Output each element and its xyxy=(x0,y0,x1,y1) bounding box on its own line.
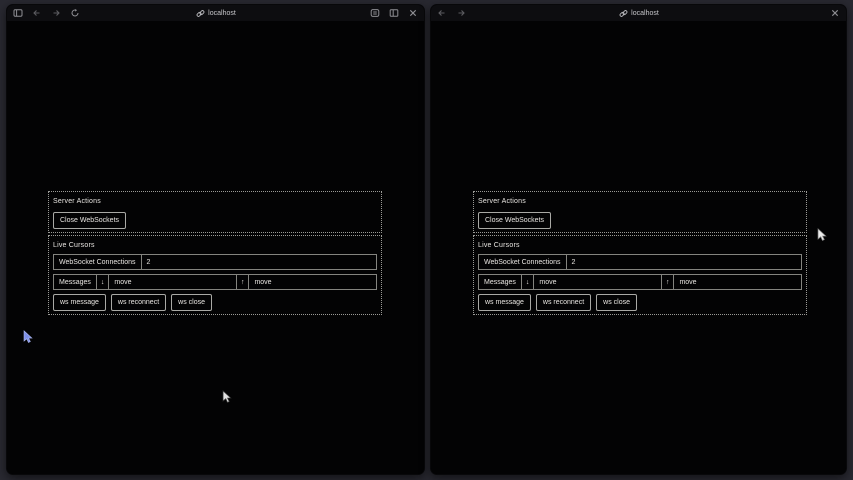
system-pointer xyxy=(222,390,232,404)
panel-area: Server Actions Close WebSockets Live Cur… xyxy=(48,191,382,317)
close-websockets-button[interactable]: Close WebSockets xyxy=(478,212,551,229)
connections-value: 2 xyxy=(141,255,376,269)
ws-close-button[interactable]: ws close xyxy=(596,294,637,311)
back-icon[interactable] xyxy=(437,8,447,18)
close-icon[interactable] xyxy=(830,8,840,18)
titlebar-right-icons xyxy=(370,8,418,18)
remote-cursor-white xyxy=(817,228,827,242)
incoming-message-value: move xyxy=(533,275,661,289)
connections-row: WebSocket Connections 2 xyxy=(478,254,802,270)
address-title: localhost xyxy=(431,5,846,21)
browser-window-right: localhost Server Actions Close WebSocket… xyxy=(430,4,847,475)
server-actions-label: Server Actions xyxy=(53,197,378,206)
ws-message-button[interactable]: ws message xyxy=(53,294,106,311)
server-actions-label: Server Actions xyxy=(478,197,803,206)
panel-area: Server Actions Close WebSockets Live Cur… xyxy=(473,191,807,317)
back-icon[interactable] xyxy=(32,8,42,18)
remote-cursor-blue xyxy=(23,330,33,344)
outgoing-message-value: move xyxy=(248,275,376,289)
window-title: localhost xyxy=(208,10,236,17)
live-cursors-label: Live Cursors xyxy=(478,241,803,250)
ws-buttons-row: ws message ws reconnect ws close xyxy=(52,294,378,311)
ws-reconnect-button[interactable]: ws reconnect xyxy=(111,294,166,311)
titlebar-left-icons xyxy=(13,8,80,18)
close-websockets-button[interactable]: Close WebSockets xyxy=(53,212,126,229)
titlebar-left-icons xyxy=(437,8,466,18)
messages-label: Messages xyxy=(54,275,96,289)
link-icon xyxy=(618,8,628,18)
page-content: Server Actions Close WebSockets Live Cur… xyxy=(431,21,846,474)
live-cursors-panel: Live Cursors WebSocket Connections 2 Mes… xyxy=(473,235,807,315)
outgoing-message-value: move xyxy=(673,275,801,289)
arrow-up-icon: ↑ xyxy=(661,275,674,289)
titlebar[interactable]: localhost xyxy=(431,5,846,21)
ws-buttons-row: ws message ws reconnect ws close xyxy=(477,294,803,311)
ws-close-button[interactable]: ws close xyxy=(171,294,212,311)
arrow-down-icon: ↓ xyxy=(96,275,109,289)
window-title: localhost xyxy=(631,10,659,17)
forward-icon[interactable] xyxy=(456,8,466,18)
ws-message-button[interactable]: ws message xyxy=(478,294,531,311)
messages-row: Messages ↓ move ↑ move xyxy=(478,274,802,290)
tabs-icon[interactable] xyxy=(389,8,399,18)
link-icon xyxy=(195,8,205,18)
connections-label: WebSocket Connections xyxy=(54,255,141,269)
forward-icon[interactable] xyxy=(51,8,61,18)
connections-value: 2 xyxy=(566,255,801,269)
close-icon[interactable] xyxy=(408,8,418,18)
arrow-up-icon: ↑ xyxy=(236,275,249,289)
server-actions-panel: Server Actions Close WebSockets xyxy=(48,191,382,233)
live-cursors-label: Live Cursors xyxy=(53,241,378,250)
server-actions-panel: Server Actions Close WebSockets xyxy=(473,191,807,233)
sidebar-toggle-icon[interactable] xyxy=(13,8,23,18)
reader-icon[interactable] xyxy=(370,8,380,18)
live-cursors-panel: Live Cursors WebSocket Connections 2 Mes… xyxy=(48,235,382,315)
connections-row: WebSocket Connections 2 xyxy=(53,254,377,270)
connections-label: WebSocket Connections xyxy=(479,255,566,269)
arrow-down-icon: ↓ xyxy=(521,275,534,289)
messages-label: Messages xyxy=(479,275,521,289)
ws-reconnect-button[interactable]: ws reconnect xyxy=(536,294,591,311)
incoming-message-value: move xyxy=(108,275,236,289)
page-content: Server Actions Close WebSockets Live Cur… xyxy=(7,21,424,474)
titlebar[interactable]: localhost xyxy=(7,5,424,21)
reload-icon[interactable] xyxy=(70,8,80,18)
messages-row: Messages ↓ move ↑ move xyxy=(53,274,377,290)
titlebar-right-icons xyxy=(830,8,840,18)
browser-window-left: localhost Server Actions Close WebSocket… xyxy=(6,4,425,475)
